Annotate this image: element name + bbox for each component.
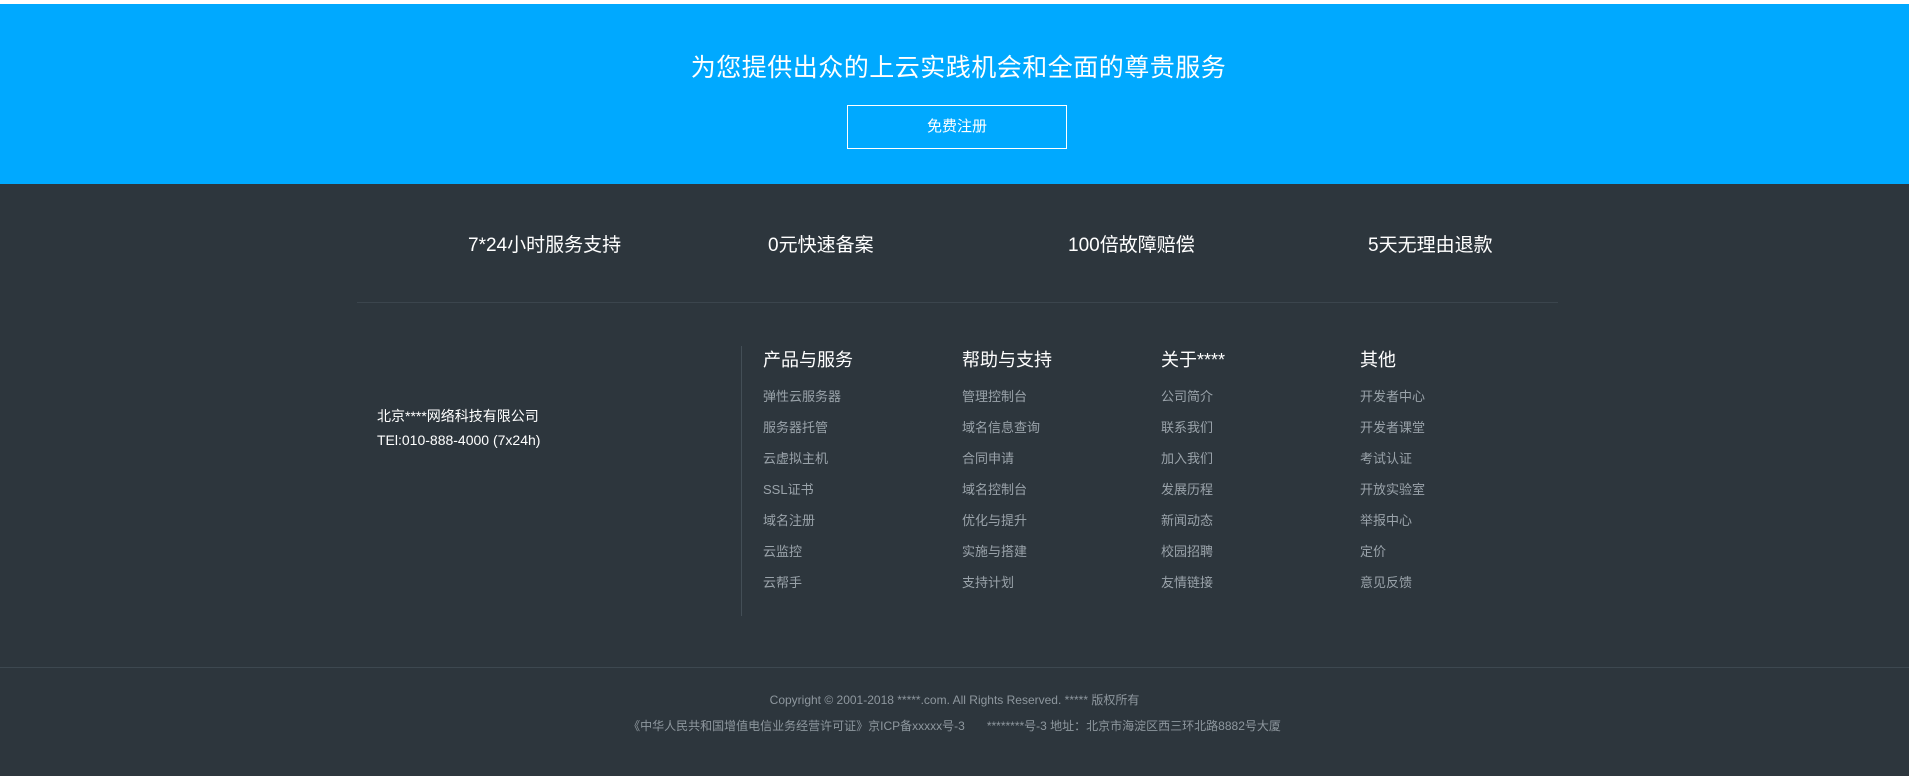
footer-link[interactable]: 联系我们 — [1161, 418, 1341, 437]
footer-link[interactable]: 优化与提升 — [962, 511, 1142, 530]
footer-link[interactable]: 意见反馈 — [1360, 573, 1540, 592]
footer-link[interactable]: 域名信息查询 — [962, 418, 1142, 437]
footer-link[interactable]: 举报中心 — [1360, 511, 1540, 530]
icp-address-text: ********号-3 地址：北京市海淀区西三环北路8882号大厦 — [986, 719, 1281, 733]
column-divider — [741, 346, 742, 616]
footer-column-other: 其他 开发者中心 开发者课堂 考试认证 开放实验室 举报中心 定价 意见反馈 — [1360, 348, 1540, 604]
feature-fault-compensation: 100倍故障赔偿 — [1068, 235, 1195, 256]
footer-link[interactable]: 服务器托管 — [763, 418, 943, 437]
column-title: 其他 — [1360, 350, 1396, 370]
link-list: 公司简介 联系我们 加入我们 发展历程 新闻动态 校园招聘 友情链接 — [1161, 387, 1341, 592]
banner-title: 为您提供出众的上云实践机会和全面的尊贵服务 — [690, 54, 1227, 82]
footer-link[interactable]: 域名注册 — [763, 511, 943, 530]
site-footer: 7*24小时服务支持 0元快速备案 100倍故障赔偿 5天无理由退款 北京***… — [0, 184, 1909, 776]
link-list: 开发者中心 开发者课堂 考试认证 开放实验室 举报中心 定价 意见反馈 — [1360, 387, 1540, 592]
footer-link[interactable]: 合同申请 — [962, 449, 1142, 468]
signup-banner: 为您提供出众的上云实践机会和全面的尊贵服务 免费注册 — [0, 4, 1909, 184]
footer-column-about: 关于**** 公司简介 联系我们 加入我们 发展历程 新闻动态 校园招聘 友情链… — [1161, 348, 1341, 604]
footer-link[interactable]: 域名控制台 — [962, 480, 1142, 499]
footer-link[interactable]: 开发者课堂 — [1360, 418, 1540, 437]
footer-column-products: 产品与服务 弹性云服务器 服务器托管 云虚拟主机 SSL证书 域名注册 云监控 … — [763, 348, 943, 604]
footer-link[interactable]: 支持计划 — [962, 573, 1142, 592]
column-title: 关于**** — [1161, 350, 1226, 370]
footer-link[interactable]: SSL证书 — [763, 480, 943, 499]
footer-link[interactable]: 加入我们 — [1161, 449, 1341, 468]
copyright-text: Copyright © 2001-2018 *****.com. All Rig… — [769, 693, 1140, 707]
column-title: 帮助与支持 — [962, 350, 1052, 370]
company-phone: TEl:010-888-4000 (7x24h) — [377, 432, 541, 448]
link-list: 管理控制台 域名信息查询 合同申请 域名控制台 优化与提升 实施与搭建 支持计划 — [962, 387, 1142, 592]
footer-link[interactable]: 新闻动态 — [1161, 511, 1341, 530]
footer-link[interactable]: 校园招聘 — [1161, 542, 1341, 561]
icp-license-text: 《中华人民共和国增值电信业务经营许可证》京ICP备xxxxx号-3 — [628, 719, 965, 733]
footer-link[interactable]: 发展历程 — [1161, 480, 1341, 499]
footer-link[interactable]: 云帮手 — [763, 573, 943, 592]
bottom-divider — [0, 667, 1909, 668]
feature-refund: 5天无理由退款 — [1368, 235, 1493, 256]
footer-link[interactable]: 开发者中心 — [1360, 387, 1540, 406]
company-name: 北京****网络科技有限公司 — [377, 408, 539, 424]
features-divider — [357, 302, 1558, 303]
footer-link[interactable]: 定价 — [1360, 542, 1540, 561]
icp-line: 《中华人民共和国增值电信业务经营许可证》京ICP备xxxxx号-3 *******… — [0, 718, 1909, 734]
footer-link[interactable]: 友情链接 — [1161, 573, 1341, 592]
feature-24h-support: 7*24小时服务支持 — [468, 235, 622, 256]
footer-link[interactable]: 实施与搭建 — [962, 542, 1142, 561]
footer-link[interactable]: 云监控 — [763, 542, 943, 561]
column-title: 产品与服务 — [763, 350, 853, 370]
footer-link[interactable]: 云虚拟主机 — [763, 449, 943, 468]
footer-link[interactable]: 弹性云服务器 — [763, 387, 943, 406]
footer-link[interactable]: 开放实验室 — [1360, 480, 1540, 499]
footer-link[interactable]: 管理控制台 — [962, 387, 1142, 406]
footer-link[interactable]: 公司简介 — [1161, 387, 1341, 406]
footer-column-support: 帮助与支持 管理控制台 域名信息查询 合同申请 域名控制台 优化与提升 实施与搭… — [962, 348, 1142, 604]
link-list: 弹性云服务器 服务器托管 云虚拟主机 SSL证书 域名注册 云监控 云帮手 — [763, 387, 943, 592]
feature-fast-filing: 0元快速备案 — [768, 235, 874, 256]
footer-link[interactable]: 考试认证 — [1360, 449, 1540, 468]
free-register-button[interactable]: 免费注册 — [847, 105, 1067, 149]
